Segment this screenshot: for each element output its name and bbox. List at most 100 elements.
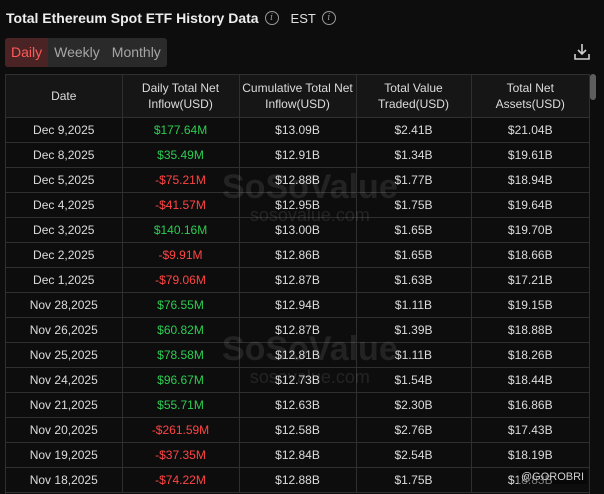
table-row[interactable]: Nov 21,2025 $55.71M $12.63B $2.30B $16.86B — [6, 392, 589, 418]
cumulative-inflow-cell: $12.88B — [239, 467, 357, 493]
value-traded-cell: $1.77B — [356, 167, 472, 193]
daily-inflow-cell: -$261.59M — [122, 417, 240, 443]
net-assets-cell: $21.04B — [471, 117, 589, 143]
cumulative-inflow-cell: $13.00B — [239, 217, 357, 243]
date-cell: Dec 8,2025 — [6, 142, 123, 168]
table-row[interactable]: Dec 4,2025 -$41.57M $12.95B $1.75B $19.64B — [6, 192, 589, 218]
net-assets-cell: $16.86B — [471, 392, 589, 418]
timezone-label: EST — [290, 10, 316, 26]
cumulative-inflow-cell: $12.58B — [239, 417, 357, 443]
value-traded-cell: $2.30B — [356, 392, 472, 418]
net-assets-cell: $18.88B — [471, 317, 589, 343]
daily-inflow-cell: -$74.22M — [122, 467, 240, 493]
daily-inflow-cell: $140.16M — [122, 217, 240, 243]
value-traded-cell: $2.41B — [356, 117, 472, 143]
value-traded-cell: $2.76B — [356, 417, 472, 443]
cumulative-inflow-cell: $12.95B — [239, 192, 357, 218]
date-cell: Nov 24,2025 — [6, 367, 123, 393]
cumulative-inflow-cell: $13.09B — [239, 117, 357, 143]
date-cell: Nov 20,2025 — [6, 417, 123, 443]
table-row[interactable]: Nov 20,2025 -$261.59M $12.58B $2.76B $17.43B — [6, 417, 589, 443]
daily-inflow-cell: $60.82M — [122, 317, 240, 343]
value-traded-cell: $1.63B — [356, 267, 472, 293]
cumulative-inflow-cell: $12.73B — [239, 367, 357, 393]
cumulative-inflow-cell: $12.87B — [239, 317, 357, 343]
column-header-net-assets[interactable]: Total Net Assets(USD) — [471, 75, 589, 118]
daily-inflow-cell: $96.67M — [122, 367, 240, 393]
table-row[interactable]: Nov 24,2025 $96.67M $12.73B $1.54B $18.44B — [6, 367, 589, 393]
date-cell: Nov 28,2025 — [6, 292, 123, 318]
author-credit: @GOROBRI — [518, 470, 588, 484]
daily-inflow-cell: -$41.57M — [122, 192, 240, 218]
page-header: Total Ethereum Spot ETF History Data i E… — [6, 8, 336, 28]
tab-monthly[interactable]: Monthly — [106, 38, 167, 67]
daily-inflow-cell: -$9.91M — [122, 242, 240, 268]
history-table-container[interactable]: Date Daily Total Net Inflow(USD) Cumulat… — [5, 74, 590, 494]
table-row[interactable]: Dec 5,2025 -$75.21M $12.88B $1.77B $18.94B — [6, 167, 589, 193]
daily-inflow-cell: $78.58M — [122, 342, 240, 368]
date-cell: Nov 26,2025 — [6, 317, 123, 343]
net-assets-cell: $17.43B — [471, 417, 589, 443]
cumulative-inflow-cell: $12.91B — [239, 142, 357, 168]
daily-inflow-cell: $76.55M — [122, 292, 240, 318]
download-icon[interactable] — [572, 42, 592, 62]
net-assets-cell: $18.26B — [471, 342, 589, 368]
table-row[interactable]: Dec 1,2025 -$79.06M $12.87B $1.63B $17.21B — [6, 267, 589, 293]
tab-weekly[interactable]: Weekly — [48, 38, 106, 67]
net-assets-cell: $18.94B — [471, 167, 589, 193]
value-traded-cell: $1.65B — [356, 242, 472, 268]
date-cell: Dec 2,2025 — [6, 242, 123, 268]
date-cell: Nov 25,2025 — [6, 342, 123, 368]
value-traded-cell: $1.39B — [356, 317, 472, 343]
value-traded-cell: $1.54B — [356, 367, 472, 393]
daily-inflow-cell: -$37.35M — [122, 442, 240, 468]
daily-inflow-cell: $55.71M — [122, 392, 240, 418]
timezone-info-icon[interactable]: i — [321, 11, 336, 25]
cumulative-inflow-cell: $12.94B — [239, 292, 357, 318]
cumulative-inflow-cell: $12.87B — [239, 267, 357, 293]
net-assets-cell: $18.66B — [471, 242, 589, 268]
table-row[interactable]: Dec 3,2025 $140.16M $13.00B $1.65B $19.70B — [6, 217, 589, 243]
daily-inflow-cell: -$75.21M — [122, 167, 240, 193]
value-traded-cell: $1.34B — [356, 142, 472, 168]
table-row[interactable]: Dec 8,2025 $35.49M $12.91B $1.34B $19.61B — [6, 142, 589, 168]
table-scrollbar[interactable] — [590, 74, 596, 100]
value-traded-cell: $1.75B — [356, 192, 472, 218]
table-row[interactable]: Dec 2,2025 -$9.91M $12.86B $1.65B $18.66B — [6, 242, 589, 268]
net-assets-cell: $19.70B — [471, 217, 589, 243]
cumulative-inflow-cell: $12.86B — [239, 242, 357, 268]
net-assets-cell: $18.19B — [471, 442, 589, 468]
date-cell: Nov 19,2025 — [6, 442, 123, 468]
table-header-row: Date Daily Total Net Inflow(USD) Cumulat… — [6, 75, 589, 118]
date-cell: Nov 18,2025 — [6, 467, 123, 493]
net-assets-cell: $18.44B — [471, 367, 589, 393]
table-row[interactable]: Nov 26,2025 $60.82M $12.87B $1.39B $18.88B — [6, 317, 589, 343]
column-header-cumulative-inflow[interactable]: Cumulative Total Net Inflow(USD) — [239, 75, 357, 118]
table-row[interactable]: Nov 25,2025 $78.58M $12.81B $1.11B $18.26B — [6, 342, 589, 368]
column-header-daily-inflow[interactable]: Daily Total Net Inflow(USD) — [122, 75, 240, 118]
cumulative-inflow-cell: $12.84B — [239, 442, 357, 468]
daily-inflow-cell: -$79.06M — [122, 267, 240, 293]
tab-daily[interactable]: Daily — [5, 38, 49, 67]
value-traded-cell: $1.65B — [356, 217, 472, 243]
daily-inflow-cell: $177.64M — [122, 117, 240, 143]
daily-inflow-cell: $35.49M — [122, 142, 240, 168]
page-title: Total Ethereum Spot ETF History Data — [6, 10, 259, 26]
info-icon[interactable]: i — [264, 11, 279, 25]
net-assets-cell: $19.61B — [471, 142, 589, 168]
date-cell: Dec 5,2025 — [6, 167, 123, 193]
cumulative-inflow-cell: $12.81B — [239, 342, 357, 368]
history-table: Date Daily Total Net Inflow(USD) Cumulat… — [6, 75, 589, 493]
net-assets-cell: $19.64B — [471, 192, 589, 218]
table-row[interactable]: Dec 9,2025 $177.64M $13.09B $2.41B $21.04B — [6, 117, 589, 143]
table-row[interactable]: Nov 19,2025 -$37.35M $12.84B $2.54B $18.19B — [6, 442, 589, 468]
column-header-date[interactable]: Date — [6, 75, 123, 118]
date-cell: Nov 21,2025 — [6, 392, 123, 418]
cumulative-inflow-cell: $12.63B — [239, 392, 357, 418]
date-cell: Dec 1,2025 — [6, 267, 123, 293]
table-row[interactable]: Nov 28,2025 $76.55M $12.94B $1.11B $19.15B — [6, 292, 589, 318]
value-traded-cell: $1.11B — [356, 342, 472, 368]
column-header-value-traded[interactable]: Total Value Traded(USD) — [356, 75, 472, 118]
table-row[interactable]: Nov 18,2025 -$74.22M $12.88B $1.75B $18.83B — [6, 467, 589, 493]
net-assets-cell: $17.21B — [471, 267, 589, 293]
